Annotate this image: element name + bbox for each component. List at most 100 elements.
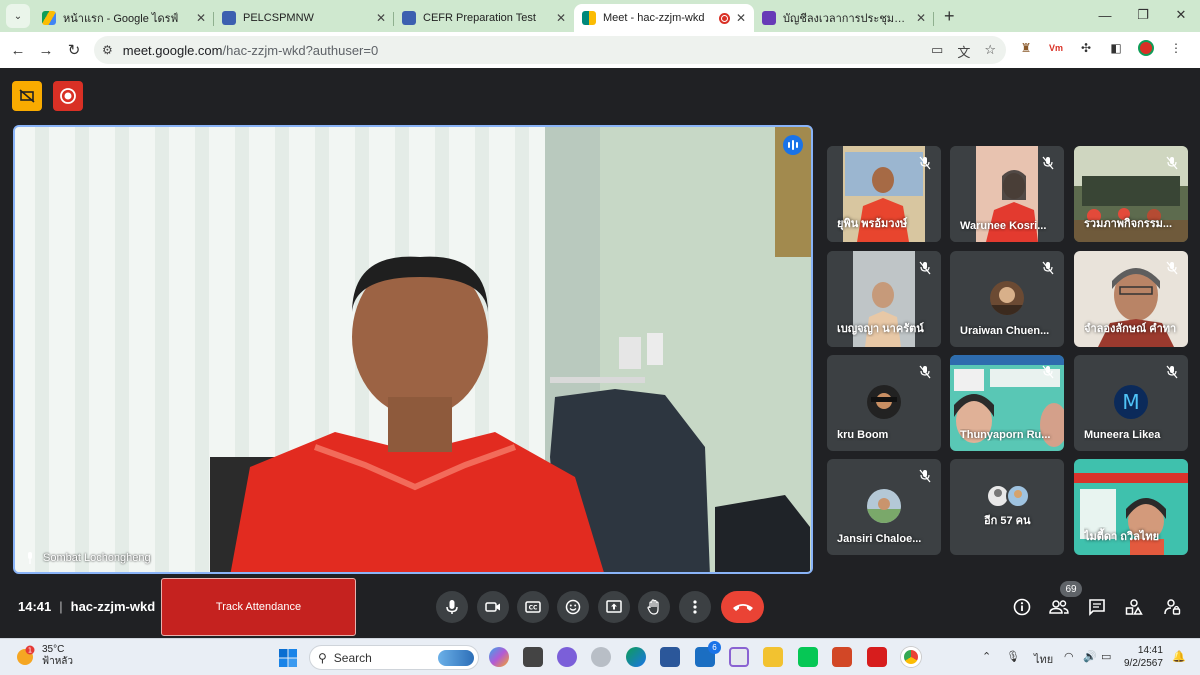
extensions-puzzle-icon[interactable]: ✣ bbox=[1078, 40, 1094, 56]
speaker-video-frame bbox=[15, 127, 811, 572]
close-tab-icon[interactable]: ✕ bbox=[196, 11, 206, 25]
close-tab-icon[interactable]: ✕ bbox=[556, 11, 566, 25]
participant-avatar bbox=[867, 385, 901, 419]
tab-google-drive[interactable]: หน้าแรก - Google ไดรฟ์ ✕ bbox=[34, 4, 214, 32]
tab-title: บัญชีลงเวลาการประชุมสอบ CEFR ปี bbox=[783, 13, 910, 25]
microphone-button[interactable] bbox=[436, 591, 468, 623]
teams-chat-icon[interactable] bbox=[557, 647, 577, 667]
google-meet-icon bbox=[582, 11, 596, 25]
translate-icon[interactable]: 文 bbox=[957, 42, 970, 61]
menu-dots-icon[interactable]: ⋮ bbox=[1168, 40, 1184, 56]
mail-icon[interactable]: 6 bbox=[695, 641, 721, 667]
microphone-tray-icon[interactable]: 🎙 bbox=[1006, 650, 1020, 663]
restore-icon[interactable]: ❐ bbox=[1124, 0, 1162, 30]
weather-widget[interactable]: 1 35°C ฟ้าหลัว bbox=[14, 644, 73, 668]
close-tab-icon[interactable]: ✕ bbox=[916, 11, 926, 25]
search-highlight-icon bbox=[438, 649, 474, 666]
main-speaker-video[interactable]: Sombat Lochongheng bbox=[13, 125, 813, 574]
leave-call-button[interactable] bbox=[721, 591, 764, 623]
powerpoint-icon[interactable] bbox=[832, 647, 852, 667]
address-bar[interactable]: ⚙ meet.google.com/hac-zzjm-wkd?authuser=… bbox=[94, 36, 1006, 64]
back-icon[interactable]: ← bbox=[4, 42, 32, 59]
minimize-icon[interactable]: — bbox=[1086, 0, 1124, 30]
muted-mic-icon bbox=[919, 261, 931, 275]
line-app-icon[interactable] bbox=[798, 647, 818, 667]
copilot-icon[interactable] bbox=[489, 647, 509, 667]
tab-meet[interactable]: Meet - hac-zzjm-wkd ✕ bbox=[574, 4, 754, 32]
file-explorer-icon[interactable] bbox=[763, 647, 783, 667]
tab-cefr-preparation[interactable]: CEFR Preparation Test ✕ bbox=[394, 4, 574, 32]
extension-icon[interactable]: Vm bbox=[1048, 40, 1064, 56]
task-view-icon[interactable] bbox=[523, 647, 543, 667]
system-clock[interactable]: 14:41 9/2/2567 bbox=[1124, 644, 1163, 670]
profile-avatar[interactable] bbox=[1138, 40, 1154, 56]
host-controls-button[interactable] bbox=[1162, 597, 1182, 617]
meeting-details-button[interactable] bbox=[1012, 597, 1032, 617]
participant-tile[interactable]: รวมภาพกิจกรรม... bbox=[1074, 146, 1188, 242]
tab-pelcspmnw[interactable]: PELCSPMNW ✕ bbox=[214, 4, 394, 32]
participant-tile[interactable]: kru Boom bbox=[827, 355, 941, 451]
camera-icon[interactable]: ▭ bbox=[931, 42, 943, 61]
close-tab-icon[interactable]: ✕ bbox=[736, 11, 746, 25]
battery-icon[interactable]: ▭ bbox=[1101, 650, 1111, 663]
camera-button[interactable] bbox=[477, 591, 509, 623]
participant-tile[interactable]: M Muneera Likea bbox=[1074, 355, 1188, 451]
close-tab-icon[interactable]: ✕ bbox=[376, 11, 386, 25]
people-button[interactable] bbox=[1049, 597, 1069, 617]
bookmark-star-icon[interactable]: ☆ bbox=[984, 42, 996, 61]
captions-off-icon[interactable] bbox=[12, 81, 42, 111]
site-info-icon[interactable]: ⚙ bbox=[102, 43, 113, 57]
tab-attendance-form[interactable]: บัญชีลงเวลาการประชุมสอบ CEFR ปี ✕ bbox=[754, 4, 934, 32]
participant-tile[interactable]: Thunyaporn Ru... bbox=[950, 355, 1064, 451]
app-icon[interactable] bbox=[591, 647, 611, 667]
present-to-all-icon bbox=[606, 600, 622, 613]
google-forms-icon bbox=[762, 11, 776, 25]
participant-tile[interactable]: Jansiri Chaloe... bbox=[827, 459, 941, 555]
captions-button[interactable]: CC bbox=[517, 591, 549, 623]
show-hidden-icons-icon[interactable]: ⌃ bbox=[982, 650, 991, 663]
reload-icon[interactable]: ↻ bbox=[60, 41, 88, 59]
track-attendance-button[interactable]: Track Attendance bbox=[161, 578, 356, 636]
participant-tile[interactable]: เบญจญา นาครัตน์ bbox=[827, 251, 941, 347]
search-icon: ⚲ bbox=[318, 650, 327, 665]
side-panel-icon[interactable]: ◧ bbox=[1108, 40, 1124, 56]
participant-tile[interactable]: Warunee Kosri... bbox=[950, 146, 1064, 242]
muted-mic-icon bbox=[1166, 365, 1178, 379]
participant-tile[interactable]: ยุพิน พรอ้มวงษ์ bbox=[827, 146, 941, 242]
more-options-button[interactable] bbox=[679, 591, 711, 623]
participant-tile[interactable]: ไมตี้ดา ถวิลไทย bbox=[1074, 459, 1188, 555]
new-tab-button[interactable]: + bbox=[944, 6, 955, 27]
windows-start-icon[interactable] bbox=[278, 648, 298, 668]
edge-icon[interactable] bbox=[626, 647, 646, 667]
participant-name: ยุพิน พรอ้มวงษ์ bbox=[837, 218, 908, 230]
notification-bell-icon[interactable]: 🔔 bbox=[1172, 650, 1186, 663]
emoji-icon bbox=[565, 599, 581, 615]
reactions-button[interactable] bbox=[557, 591, 589, 623]
meeting-time: 14:41 bbox=[18, 599, 52, 614]
input-language[interactable]: ไทย bbox=[1034, 650, 1053, 668]
participant-tile[interactable]: Uraiwan Chuen... bbox=[950, 251, 1064, 347]
muted-mic-icon bbox=[919, 156, 931, 170]
acrobat-icon[interactable] bbox=[867, 647, 887, 667]
activities-button[interactable] bbox=[1124, 597, 1144, 617]
forward-icon[interactable]: → bbox=[32, 42, 60, 59]
participant-tile[interactable]: จำลองลักษณ์ คำทา bbox=[1074, 251, 1188, 347]
present-screen-button[interactable] bbox=[598, 591, 630, 623]
wifi-icon[interactable]: ◠ bbox=[1064, 650, 1074, 663]
tab-title: PELCSPMNW bbox=[243, 12, 314, 24]
volume-icon[interactable]: 🔊 bbox=[1083, 650, 1097, 663]
snipping-tool-icon[interactable] bbox=[729, 647, 749, 667]
chrome-icon[interactable] bbox=[901, 647, 921, 667]
recording-icon[interactable] bbox=[53, 81, 83, 111]
taskbar-search-box[interactable]: ⚲ Search bbox=[309, 645, 479, 670]
chat-button[interactable] bbox=[1087, 597, 1107, 617]
close-window-icon[interactable]: ✕ bbox=[1162, 0, 1200, 30]
more-participants-tile[interactable]: อีก 57 คน bbox=[950, 459, 1064, 555]
windows-taskbar: 1 35°C ฟ้าหลัว ⚲ Search 6 ⌃ 🎙 ไทย ◠ 🔊 ▭ … bbox=[0, 638, 1200, 675]
videocam-icon bbox=[485, 602, 500, 612]
word-icon[interactable] bbox=[660, 647, 680, 667]
muted-mic-icon bbox=[1042, 365, 1054, 379]
extension-icon[interactable]: ♜ bbox=[1018, 40, 1034, 56]
raise-hand-button[interactable] bbox=[638, 591, 670, 623]
tab-search-icon[interactable]: ⌄ bbox=[6, 4, 30, 28]
